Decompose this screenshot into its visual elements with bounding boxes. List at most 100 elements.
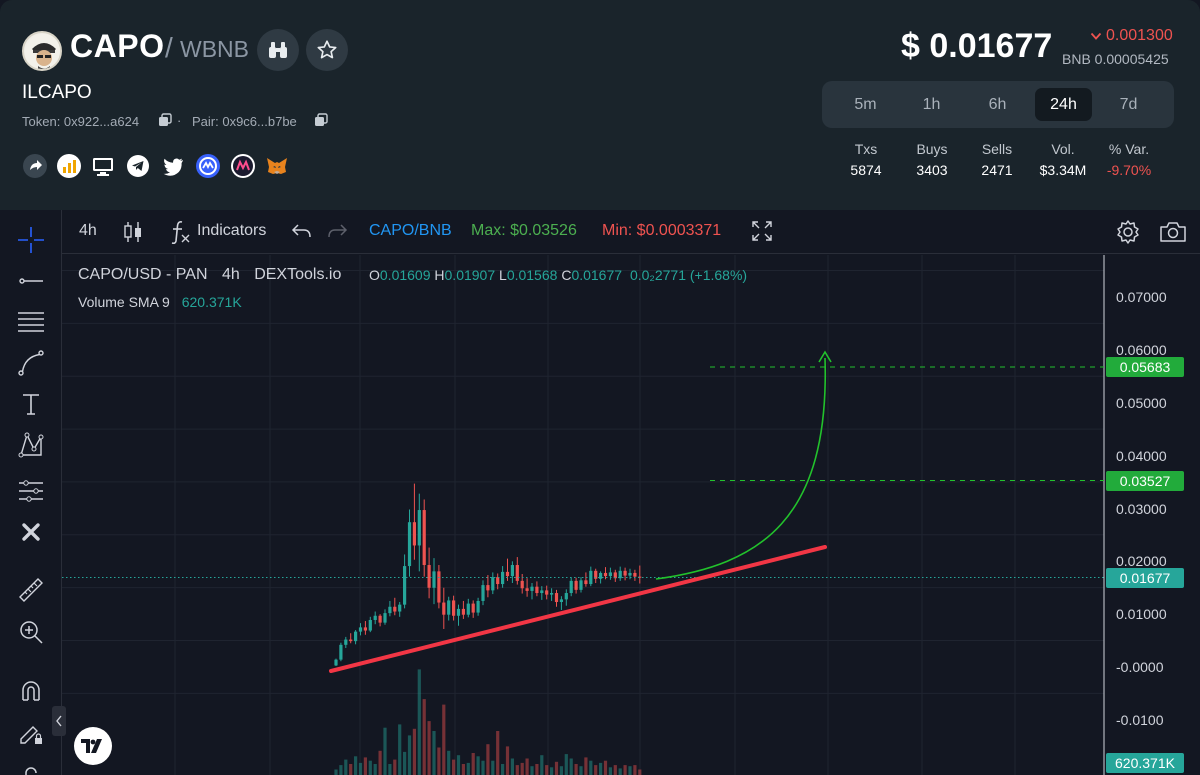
token-symbol: CAPO [70,28,165,64]
stat-sells-label: Sells [981,141,1013,157]
website-icon[interactable] [90,153,116,179]
token-logo [22,31,62,71]
undo-icon[interactable] [291,222,313,240]
favorite-button[interactable] [306,29,348,71]
price-change: 0.001300 [1106,27,1173,44]
close-value: 0.01677 [571,267,623,283]
stat-variation-value: -9.70% [1106,162,1152,178]
timeframe-1h[interactable]: 1h [903,88,960,121]
lock-icon [17,766,45,775]
telegram-icon[interactable] [125,153,151,179]
indicators-button[interactable]: Indicators [197,222,266,240]
pair-address: Pair: 0x9c6...b7be [192,114,297,129]
tradingview-logo[interactable] [74,727,112,765]
stat-txs-label: Txs [854,141,878,157]
lock-drawing-tool[interactable] [15,717,47,749]
token-address: Token: 0x922...a624 [22,114,140,129]
prediction-tool[interactable] [15,475,47,507]
zoom-tool[interactable] [15,616,47,648]
volume-sma-label: Volume SMA 9 [78,294,170,310]
multichain-icon[interactable] [230,153,256,179]
remove-drawings-tool[interactable] [15,516,47,548]
stat-volume-value: $3.34M [1039,162,1087,178]
sliders-icon [17,477,45,505]
binoculars-icon [267,39,289,61]
current-price-tag: 0.01677 [1106,568,1184,588]
legend-source: DEXTools.io [254,266,342,283]
fullscreen-icon[interactable] [751,220,773,242]
price-bnb: BNB 0.00005425 [1062,51,1169,67]
zoom-in-icon [17,618,45,646]
trend-line-tool[interactable] [15,265,47,297]
pair-separator: / [165,32,173,63]
function-icon[interactable] [169,219,191,245]
y-axis-label: -0.0000 [1116,659,1164,675]
measure-tool[interactable] [15,574,47,606]
target-mid-price-tag: 0.03527 [1106,471,1184,491]
metamask-icon[interactable] [264,153,290,179]
brush-tool[interactable] [15,347,47,379]
stat-buys-label: Buys [916,141,948,157]
collapse-toolbar-button[interactable] [52,706,66,736]
ruler-icon [17,576,45,604]
high-value: 0.01907 [444,267,496,283]
timeframe-5m[interactable]: 5m [837,88,894,121]
drawing-toolbar [0,210,62,775]
redo-icon[interactable] [326,222,348,240]
y-axis-label: 0.07000 [1116,289,1167,305]
symbol-label[interactable]: CAPO/BNB [369,222,452,240]
coinmarketcap-icon[interactable] [195,153,221,179]
y-axis-label: 0.01000 [1116,606,1167,622]
magnet-tool[interactable] [15,676,47,708]
y-axis-label: 0.05000 [1116,395,1167,411]
open-value: 0.01609 [379,267,431,283]
change-value: 0.0₂2771 (+1.68%) [629,267,748,283]
timeframe-6h[interactable]: 6h [969,88,1026,121]
ohlc-values: O0.01609 H0.01907 L0.01568 C0.01677 0.0₂… [369,267,747,283]
low-label: L [499,267,507,283]
y-axis-label: -0.0100 [1116,712,1164,728]
copy-pair-icon[interactable] [314,113,328,127]
interval-button[interactable]: 4h [79,222,97,240]
stat-variation-label: % Var. [1108,141,1150,157]
share-icon[interactable] [22,153,48,179]
volume-sma-value: 620.371K [181,294,242,310]
address-separator: · [177,113,182,128]
tradingview-icon [81,739,105,753]
y-axis-label: 0.04000 [1116,448,1167,464]
crosshair-tool[interactable] [15,224,47,256]
open-label: O [369,267,380,283]
timeframe-24h[interactable]: 24h [1035,88,1092,121]
pencil-lock-icon [17,719,45,747]
y-axis-label: 0.03000 [1116,501,1167,517]
stat-sells-value: 2471 [981,162,1013,178]
volume-tag: 620.371K [1106,753,1184,773]
chart-site-icon[interactable] [56,153,82,179]
stat-txs-value: 5874 [850,162,882,178]
twitter-icon[interactable] [160,153,186,179]
legend-interval: 4h [221,266,240,283]
chevron-down-icon [1090,30,1102,42]
pattern-icon [17,431,45,459]
pattern-tool[interactable] [15,429,47,461]
chart-legend: CAPO/USD - PAN 4h DEXTools.io [78,266,341,284]
binoculars-button[interactable] [257,29,299,71]
fib-tool[interactable] [15,306,47,338]
text-tool[interactable] [15,388,47,420]
camera-icon[interactable] [1159,220,1187,244]
settings-gear-icon[interactable] [1115,219,1141,245]
volume-legend: Volume SMA 9 620.371K [78,294,242,310]
candles-icon[interactable] [122,220,144,244]
star-icon [316,39,338,61]
chevron-left-icon [55,715,63,727]
price-usd: $ 0.01677 [901,27,1053,65]
lines-icon [16,308,46,336]
copy-token-icon[interactable] [158,113,172,127]
chart-toolbar: 4h Indicators CAPO/BNB Max: $0.03526 Min… [62,210,1200,254]
min-price-label: Min: $0.0003371 [602,222,722,239]
lock-tool[interactable] [15,758,47,775]
low-value: 0.01568 [506,267,558,283]
y-axis-label: 0.06000 [1116,342,1167,358]
timeframe-7d[interactable]: 7d [1100,88,1157,121]
max-price-label: Max: $0.03526 [471,222,577,239]
